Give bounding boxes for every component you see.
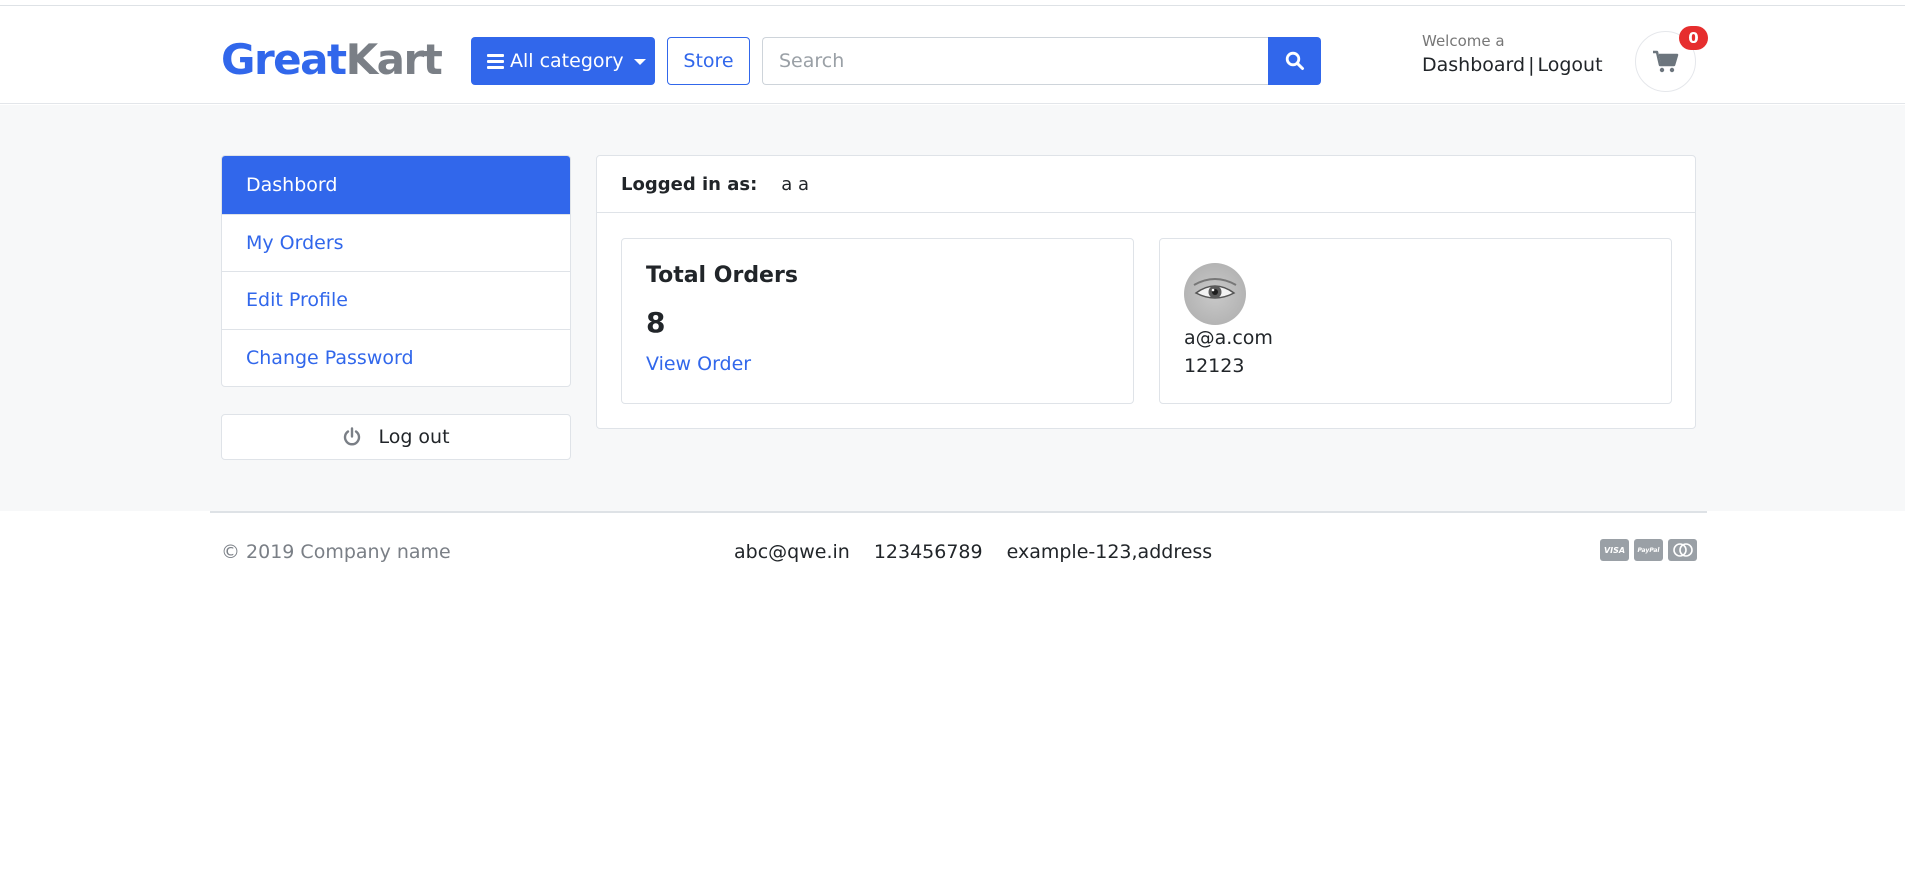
footer-divider — [210, 511, 1707, 513]
logo-kart: Kart — [345, 35, 443, 84]
user-links: Dashboard | Logout — [1422, 54, 1603, 76]
logout-label: Log out — [378, 426, 450, 448]
visa-icon: VISA — [1600, 539, 1629, 561]
view-order-link[interactable]: View Order — [646, 353, 751, 375]
total-orders-title: Total Orders — [646, 263, 798, 288]
menu-bars-icon — [487, 53, 504, 69]
profile-email: a@a.com — [1184, 327, 1273, 349]
logged-in-label: Logged in as: — [621, 173, 758, 195]
search-icon — [1285, 51, 1304, 70]
search-input[interactable] — [762, 37, 1268, 85]
all-category-button[interactable]: All category — [471, 37, 655, 85]
logout-link[interactable]: Logout — [1538, 54, 1603, 76]
cart-icon — [1652, 50, 1678, 72]
site-logo[interactable]: GreatKart — [221, 30, 443, 90]
total-orders-count: 8 — [646, 306, 666, 339]
link-separator: | — [1528, 54, 1535, 76]
logo-great: Great — [221, 35, 347, 84]
profile-card: a@a.com 12123 — [1159, 238, 1672, 404]
dashboard-panel: Logged in as: a a Total Orders 8 View Or… — [596, 155, 1696, 429]
cart-count-badge: 0 — [1679, 26, 1708, 50]
store-button[interactable]: Store — [667, 37, 750, 85]
footer-phone: 123456789 — [873, 541, 983, 563]
mastercard-icon — [1668, 539, 1697, 561]
payment-methods: VISA PayPal — [1600, 539, 1697, 561]
sidebar-item-edit-profile[interactable]: Edit Profile — [222, 271, 570, 329]
logged-in-value: a a — [781, 173, 810, 195]
welcome-text: Welcome a — [1422, 32, 1505, 50]
profile-phone: 12123 — [1184, 355, 1245, 377]
sidebar-nav: Dashbord My Orders Edit Profile Change P… — [221, 155, 571, 387]
footer-contact: abc@qwe.in 123456789 example-123,address — [734, 541, 1212, 563]
caret-down-icon — [633, 59, 646, 65]
dashboard-link[interactable]: Dashboard — [1422, 54, 1525, 76]
avatar — [1184, 263, 1246, 325]
total-orders-card: Total Orders 8 View Order — [621, 238, 1134, 404]
copyright-text: © 2019 Company name — [221, 541, 451, 563]
eye-avatar-icon — [1193, 278, 1237, 299]
footer-address: example-123,address — [1006, 541, 1213, 563]
sidebar-logout-button[interactable]: Log out — [221, 414, 571, 460]
footer-email: abc@qwe.in — [734, 541, 850, 563]
sidebar-item-dashboard[interactable]: Dashbord — [222, 156, 570, 214]
search-button[interactable] — [1268, 37, 1321, 85]
site-header: GreatKart All category Store Welcome a D… — [0, 6, 1905, 104]
paypal-icon: PayPal — [1634, 539, 1663, 561]
all-category-label: All category — [510, 50, 624, 72]
sidebar-item-my-orders[interactable]: My Orders — [222, 213, 570, 272]
panel-header: Logged in as: a a — [597, 156, 1695, 213]
power-icon — [342, 427, 362, 447]
sidebar-item-change-password[interactable]: Change Password — [222, 328, 570, 387]
